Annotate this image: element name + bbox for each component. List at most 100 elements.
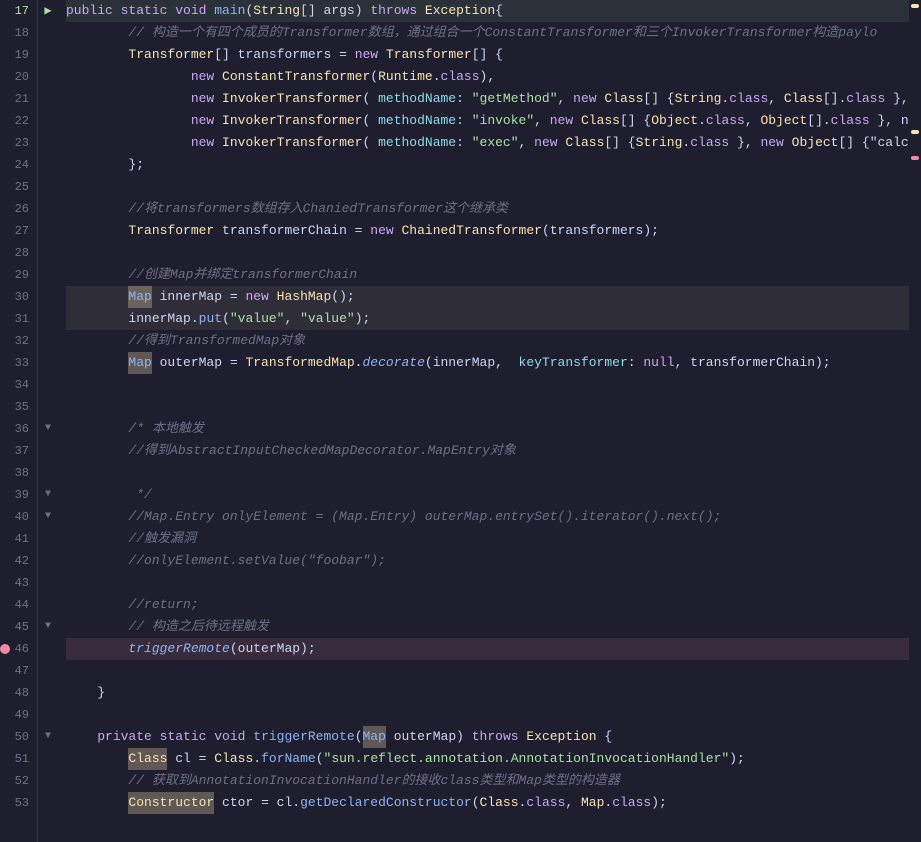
cls-invoker-22: InvokerTransformer xyxy=(222,110,362,132)
gutter-21 xyxy=(38,88,58,110)
line-num-48: 48 xyxy=(4,682,29,704)
code-line-23: new InvokerTransformer( methodName: "exe… xyxy=(66,132,909,154)
kw-class-53: class xyxy=(526,792,565,814)
line-num-34: 34 xyxy=(4,374,29,396)
line-num-28: 28 xyxy=(4,242,29,264)
punct-31b: ( xyxy=(222,308,230,330)
fn-triggerremote-50: triggerRemote xyxy=(253,726,354,748)
gutter-26 xyxy=(38,198,58,220)
var-innermap-31: innerMap xyxy=(128,308,190,330)
kw-throws-17: throws xyxy=(370,0,425,22)
cls-class-21: Class xyxy=(604,88,643,110)
punct-21f: , xyxy=(768,88,784,110)
gutter-43 xyxy=(38,572,58,594)
gutter-48 xyxy=(38,682,58,704)
cls-class2-21: Class xyxy=(784,88,823,110)
punct-21e: . xyxy=(721,88,729,110)
code-line-36: /* 本地触发 xyxy=(66,418,909,440)
punct-20b: . xyxy=(433,66,441,88)
kw-static: static xyxy=(121,0,176,22)
indent-48 xyxy=(66,682,97,704)
gutter-42 xyxy=(38,550,58,572)
punct-22d: [] { xyxy=(620,110,651,132)
var-transformers: transformers xyxy=(238,44,339,66)
code-line-44: //return; xyxy=(66,594,909,616)
comment-29: //创建Map并绑定transformerChain xyxy=(66,264,357,286)
code-line-32: //得到TransformedMap对象 xyxy=(66,330,909,352)
comment-52: // 获取到AnnotationInvocationHandler的接收clas… xyxy=(66,770,620,792)
gutter-23 xyxy=(38,132,58,154)
punct-23c: , xyxy=(519,132,535,154)
cls-exception-17: Exception xyxy=(425,0,495,22)
gutter-28 xyxy=(38,242,58,264)
indent-50 xyxy=(66,726,97,748)
cls-object-22: Object xyxy=(651,110,698,132)
indent-24 xyxy=(66,154,128,176)
code-line-28 xyxy=(66,242,909,264)
indent-20 xyxy=(66,66,191,88)
punct-46: (outerMap); xyxy=(230,638,316,660)
line-num-29: 29 xyxy=(4,264,29,286)
punct-51c: ( xyxy=(316,748,324,770)
code-line-50: private static void triggerRemote(Map ou… xyxy=(66,726,909,748)
comment-40: //Map.Entry onlyElement = (Map.Entry) ou… xyxy=(66,506,721,528)
gutter-38 xyxy=(38,462,58,484)
kw-class-53b: class xyxy=(612,792,651,814)
indent-53 xyxy=(66,792,128,814)
scroll-marker-3 xyxy=(911,156,919,160)
gutter-50[interactable]: ▼ xyxy=(38,726,58,748)
code-line-49 xyxy=(66,704,909,726)
code-line-53: Constructor ctor = cl.getDeclaredConstru… xyxy=(66,792,909,814)
map-highlight-30: Map xyxy=(128,286,151,308)
cls-class-53: Class xyxy=(480,792,519,814)
line-num-41: 41 xyxy=(4,528,29,550)
code-line-35 xyxy=(66,396,909,418)
gutter-40[interactable]: ▼ xyxy=(38,506,58,528)
line-num-44: 44 xyxy=(4,594,29,616)
punct-53c: . xyxy=(519,792,527,814)
punct-53f: ); xyxy=(651,792,667,814)
cls-object-23: Object xyxy=(792,132,839,154)
param-methodname-23: methodName xyxy=(378,132,456,154)
punct-48: } xyxy=(97,682,105,704)
kw-new-27: new xyxy=(370,220,401,242)
param-args: args xyxy=(323,0,354,22)
cls-string: String xyxy=(253,0,300,22)
cls-transformer2-19: Transformer xyxy=(386,44,472,66)
param-methodname-22: methodName xyxy=(378,110,456,132)
punct-19b: = xyxy=(339,44,355,66)
punct-50a: ( xyxy=(355,726,363,748)
punct-33d: : xyxy=(628,352,644,374)
punct-17c: ) xyxy=(355,0,371,22)
cls-runtime-20: Runtime xyxy=(378,66,433,88)
indent-23 xyxy=(66,132,191,154)
cls-chained-27: ChainedTransformer xyxy=(402,220,542,242)
cls-exception-50: Exception xyxy=(526,726,604,748)
indent-33 xyxy=(66,352,128,374)
punct-20a: ( xyxy=(370,66,378,88)
line-num-30: 30 xyxy=(4,286,29,308)
punct-51d: ); xyxy=(729,748,745,770)
gutter-19 xyxy=(38,44,58,66)
code-line-42: //onlyElement.setValue("foobar"); xyxy=(66,550,909,572)
gutter-41 xyxy=(38,528,58,550)
code-line-31: innerMap.put("value", "value"); xyxy=(66,308,909,330)
gutter-45[interactable]: ▼ xyxy=(38,616,58,638)
punct-21a: ( xyxy=(362,88,378,110)
var-cl: cl xyxy=(167,748,198,770)
punct-24: }; xyxy=(128,154,144,176)
punct-33e: , transformerChain); xyxy=(675,352,831,374)
gutter: ▶ ▼ ▼ ▼ xyxy=(38,0,58,842)
kw-void-50: void xyxy=(214,726,253,748)
gutter-36[interactable]: ▼ xyxy=(38,418,58,440)
punct-17a: ( xyxy=(245,0,253,22)
line-num-33: 33 xyxy=(4,352,29,374)
kw-new-30: new xyxy=(245,286,276,308)
scrollbar[interactable] xyxy=(909,0,921,842)
gutter-39[interactable]: ▼ xyxy=(38,484,58,506)
gutter-24 xyxy=(38,154,58,176)
punct-21c: , xyxy=(558,88,574,110)
gutter-35 xyxy=(38,396,58,418)
indent-30 xyxy=(66,286,128,308)
map-highlight-50: Map xyxy=(363,726,386,748)
